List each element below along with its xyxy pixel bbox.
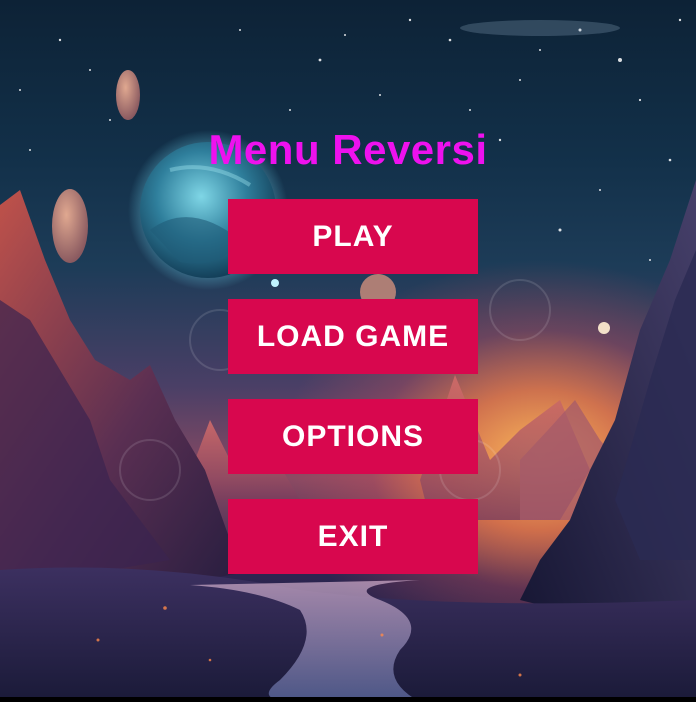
game-menu-screen: Menu Reversi PLAY LOAD GAME OPTIONS EXIT	[0, 0, 696, 702]
menu-title: Menu Reversi	[208, 126, 488, 173]
exit-button[interactable]: EXIT	[228, 499, 478, 574]
bottom-border	[0, 697, 696, 702]
options-button[interactable]: OPTIONS	[228, 399, 478, 474]
play-button[interactable]: PLAY	[228, 199, 478, 274]
load-game-button[interactable]: LOAD GAME	[228, 299, 478, 374]
